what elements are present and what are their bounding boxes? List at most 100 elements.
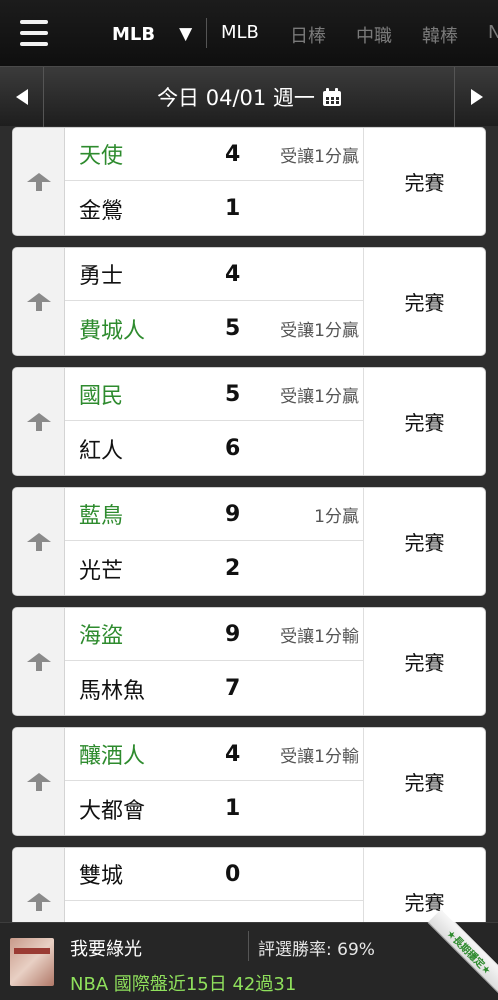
banknote-thumbnail (10, 938, 54, 986)
team-name: 費城人 (79, 318, 146, 344)
team-score: 4 (225, 741, 241, 767)
game-card[interactable]: 勇士 4 費城人 5 受讓1分贏 完賽 (12, 247, 486, 356)
team-name: 勇士 (79, 264, 124, 289)
game-card[interactable]: 釀酒人 4 受讓1分輸 大都會 1 完賽 (12, 727, 486, 836)
team-name: 藍鳥 (79, 504, 124, 529)
chevron-down-icon: ▼ (179, 24, 193, 44)
tab-divider (206, 18, 207, 48)
team-score: 4 (225, 141, 241, 167)
previous-day-button[interactable] (0, 67, 44, 127)
date-picker[interactable]: 今日 04/01 週一 (44, 67, 454, 127)
arrow-up-icon (26, 892, 51, 911)
arrow-left-icon (15, 89, 28, 105)
team-score: 2 (225, 556, 241, 581)
expand-button[interactable] (13, 368, 65, 475)
game-status: 完賽 (363, 248, 485, 355)
date-navigator: 今日 04/01 週一 (0, 66, 498, 127)
team-score: 7 (225, 676, 241, 701)
team-row-home: 藍鳥 9 1分贏 (65, 488, 363, 541)
team-name: 國民 (79, 384, 124, 409)
team-name: 釀酒人 (79, 744, 146, 769)
tab-cpbl[interactable]: 中職 (356, 22, 392, 48)
team-score: 0 (225, 861, 241, 887)
team-name: 天使 (79, 144, 124, 169)
league-dropdown[interactable]: MLB ▼ (112, 21, 192, 47)
calendar-icon (322, 88, 341, 106)
team-score: 4 (225, 261, 241, 287)
expand-button[interactable] (13, 728, 65, 835)
team-score: 9 (225, 621, 241, 647)
team-score: 1 (225, 796, 241, 821)
game-card[interactable]: 國民 5 受讓1分贏 紅人 6 完賽 (12, 367, 486, 476)
handicap-result: 受讓1分贏 (280, 386, 359, 407)
team-row-home: 國民 5 受讓1分贏 (65, 368, 363, 421)
banner-divider (248, 931, 249, 961)
corner-ribbon: ★長期穩定★ (427, 908, 498, 994)
arrow-up-icon (26, 652, 51, 671)
team-name: 光芒 (79, 558, 124, 584)
team-name: 大都會 (79, 798, 146, 824)
team-row-home: 釀酒人 4 受讓1分輸 (65, 728, 363, 781)
team-row-away: 費城人 5 受讓1分贏 (65, 302, 363, 355)
hamburger-menu-icon[interactable] (20, 20, 48, 46)
next-day-button[interactable] (454, 67, 498, 127)
arrow-right-icon (470, 89, 483, 105)
team-name: 海盜 (79, 624, 124, 649)
tab-mlb[interactable]: MLB (221, 22, 259, 43)
team-score: 5 (225, 381, 241, 407)
tab-more[interactable]: N (488, 22, 498, 43)
league-dropdown-label: MLB (112, 23, 156, 45)
win-rate-label: 評選勝率: 69% (258, 940, 375, 960)
team-row-away: 紅人 6 (65, 422, 363, 475)
arrow-up-icon (26, 772, 51, 791)
team-name: 紅人 (79, 438, 124, 464)
team-score: 5 (225, 316, 241, 341)
tab-npb[interactable]: 日棒 (290, 22, 326, 48)
game-card[interactable]: 雙城 0 完賽 (12, 847, 486, 922)
arrow-up-icon (26, 412, 51, 431)
handicap-result: 1分贏 (314, 506, 359, 527)
promo-banner[interactable]: 我要綠光 評選勝率: 69% NBA 國際盤近15日 42過31 ★長期穩定★ (0, 908, 498, 1000)
team-row-away: 大都會 1 (65, 782, 363, 835)
team-row-home: 天使 4 受讓1分贏 (65, 128, 363, 181)
team-row-away: 金鶯 1 (65, 182, 363, 235)
game-card[interactable]: 天使 4 受讓1分贏 金鶯 1 完賽 (12, 127, 486, 236)
team-row-home: 海盜 9 受讓1分輸 (65, 608, 363, 661)
game-status: 完賽 (363, 488, 485, 595)
team-row-away: 光芒 2 (65, 542, 363, 595)
handicap-result: 受讓1分輸 (280, 626, 359, 647)
game-status: 完賽 (363, 848, 485, 922)
handicap-result: 受讓1分輸 (280, 746, 359, 767)
game-card[interactable]: 藍鳥 9 1分贏 光芒 2 完賽 (12, 487, 486, 596)
game-card[interactable]: 海盜 9 受讓1分輸 馬林魚 7 完賽 (12, 607, 486, 716)
expand-button[interactable] (13, 128, 65, 235)
team-name: 馬林魚 (79, 678, 146, 704)
banner-promo-text: NBA 國際盤近15日 42過31 (70, 974, 297, 995)
team-score: 6 (225, 436, 241, 461)
arrow-up-icon (26, 532, 51, 551)
banner-title: 我要綠光 (70, 939, 142, 960)
game-status: 完賽 (363, 728, 485, 835)
game-status: 完賽 (363, 368, 485, 475)
expand-button[interactable] (13, 608, 65, 715)
game-status: 完賽 (363, 128, 485, 235)
team-score: 1 (225, 196, 241, 221)
team-name: 雙城 (79, 864, 124, 889)
expand-button[interactable] (13, 848, 65, 922)
arrow-up-icon (26, 292, 51, 311)
tab-kbo[interactable]: 韓棒 (422, 22, 458, 48)
team-score: 9 (225, 501, 241, 527)
team-row-home: 雙城 0 (65, 848, 363, 901)
team-row-home: 勇士 4 (65, 248, 363, 301)
game-status: 完賽 (363, 608, 485, 715)
expand-button[interactable] (13, 248, 65, 355)
arrow-up-icon (26, 172, 51, 191)
game-list[interactable]: 天使 4 受讓1分贏 金鶯 1 完賽 勇士 4 費城人 5 受讓1分贏 完賽 國… (0, 126, 498, 922)
expand-button[interactable] (13, 488, 65, 595)
current-date-label: 今日 04/01 週一 (157, 86, 315, 110)
handicap-result: 受讓1分贏 (280, 321, 359, 341)
top-tab-bar: MLB ▼ MLB 日棒 中職 韓棒 N (0, 0, 498, 66)
handicap-result: 受讓1分贏 (280, 146, 359, 167)
team-row-away (65, 902, 363, 922)
team-name: 金鶯 (79, 198, 124, 224)
